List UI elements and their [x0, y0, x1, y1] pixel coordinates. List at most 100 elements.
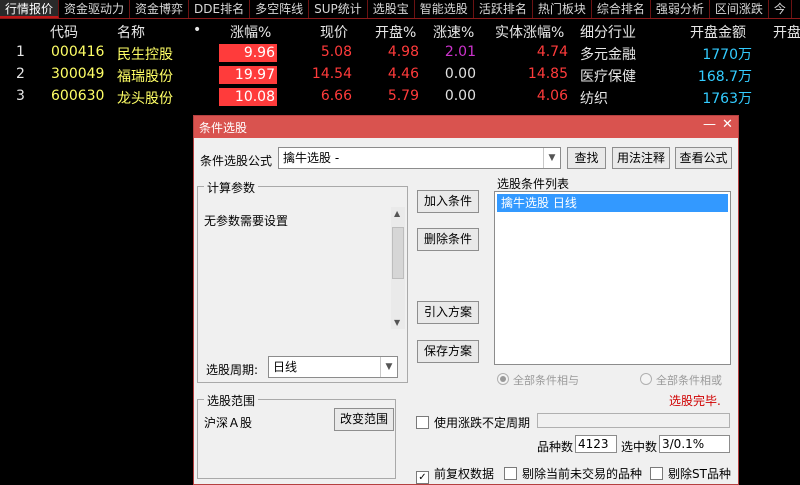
- dialog-title: 条件选股: [199, 121, 248, 135]
- radio-and[interactable]: 全部条件相与: [497, 372, 579, 388]
- scroll-thumb[interactable]: [392, 227, 404, 279]
- stock-code: 300049: [51, 66, 105, 82]
- dialog-title-bar[interactable]: 条件选股 — ✕: [194, 116, 738, 138]
- tab-strength[interactable]: 强弱分析: [651, 0, 710, 18]
- params-title: 计算参数: [204, 179, 259, 196]
- period-select[interactable]: 日线 ▼: [268, 356, 398, 378]
- col-open-more[interactable]: 开盘: [773, 22, 800, 42]
- formula-select[interactable]: 擒牛选股 - ▼: [278, 147, 561, 169]
- body-pct: 4.74: [536, 44, 568, 60]
- speed-pct: 0.00: [444, 66, 476, 82]
- exclude-st-box[interactable]: [650, 467, 663, 480]
- save-scheme-button[interactable]: 保存方案: [417, 340, 479, 363]
- tab-active-rank[interactable]: 活跃排名: [474, 0, 533, 18]
- status-text: 选股完毕.: [669, 394, 721, 408]
- view-formula-button[interactable]: 查看公式: [675, 147, 732, 169]
- quote-table-header: 代码 名称 • 涨幅% 现价 开盘% 涨速% 实体涨幅% 细分行业 开盘金额 开…: [0, 20, 800, 42]
- use-period-box[interactable]: [416, 416, 429, 429]
- condition-list-title: 选股条件列表: [497, 177, 570, 191]
- table-row[interactable]: 2 300049 福瑞股份 19.97 14.54 4.46 0.00 14.8…: [0, 64, 800, 86]
- minimize-icon[interactable]: —: [703, 117, 716, 132]
- exclude-st-label: 剔除ST品种: [668, 467, 731, 481]
- market-tab-bar: 行情报价 资金驱动力 资金博弈 DDE排名 多空阵线 SUP统计 选股宝 智能选…: [0, 0, 800, 19]
- industry: 医疗保健: [580, 69, 636, 85]
- radio-and-dot[interactable]: [497, 373, 509, 385]
- tab-sup-stats[interactable]: SUP统计: [309, 0, 368, 18]
- chevron-down-icon[interactable]: ▼: [380, 357, 397, 377]
- tab-today[interactable]: 今: [769, 0, 792, 18]
- stock-name: 民生控股: [117, 47, 173, 63]
- tab-fund-drive[interactable]: 资金驱动力: [59, 0, 131, 18]
- current-price: 14.54: [311, 66, 352, 82]
- add-condition-button[interactable]: 加入条件: [417, 190, 479, 213]
- condition-picker-dialog: 条件选股 — ✕ 条件选股公式 擒牛选股 - ▼ 查找 用法注释 查看公式 计算…: [193, 115, 739, 485]
- col-name[interactable]: 名称: [117, 22, 145, 42]
- col-pct[interactable]: 涨幅%: [230, 22, 271, 42]
- adjusted-data-checkbox[interactable]: ✓ 前复权数据: [416, 465, 494, 484]
- range-title: 选股范围: [204, 392, 259, 409]
- params-scrollbar[interactable]: ▲ ▼: [391, 207, 405, 329]
- tab-dde-rank[interactable]: DDE排名: [189, 0, 251, 18]
- col-open-pct[interactable]: 开盘%: [375, 22, 416, 42]
- col-industry[interactable]: 细分行业: [580, 22, 636, 42]
- col-speed[interactable]: 涨速%: [433, 22, 474, 42]
- open-amount: 168.7万: [697, 69, 752, 85]
- radio-or-dot[interactable]: [640, 373, 652, 385]
- radio-or-label: 全部条件相或: [656, 374, 722, 387]
- selected-label: 选中数: [621, 440, 658, 454]
- usage-note-button[interactable]: 用法注释: [612, 147, 670, 169]
- use-period-checkbox[interactable]: 使用涨跌不定周期: [416, 414, 530, 431]
- delete-condition-button[interactable]: 删除条件: [417, 228, 479, 251]
- exclude-untraded-label: 剔除当前未交易的品种: [522, 467, 643, 481]
- tab-long-short[interactable]: 多空阵线: [250, 0, 310, 18]
- tab-smart-picker[interactable]: 智能选股: [415, 0, 474, 18]
- scroll-up-icon[interactable]: ▲: [394, 209, 400, 218]
- period-value: 日线: [273, 360, 298, 374]
- stock-name: 龙头股份: [117, 91, 173, 107]
- stock-code: 600630: [51, 88, 105, 104]
- find-button[interactable]: 查找: [567, 147, 606, 169]
- pct-change: 19.97: [219, 66, 277, 84]
- col-body-pct[interactable]: 实体涨幅%: [495, 22, 564, 42]
- tab-market-quotes[interactable]: 行情报价: [0, 0, 60, 18]
- count-value: 4123: [575, 435, 617, 453]
- close-icon[interactable]: ✕: [722, 117, 733, 132]
- table-row[interactable]: 3 600630 龙头股份 10.08 6.66 5.79 0.00 4.06 …: [0, 86, 800, 108]
- range-group: 选股范围 沪深Ａ股 改变范围: [197, 392, 396, 479]
- body-pct: 4.06: [536, 88, 568, 104]
- tab-stock-picker[interactable]: 选股宝: [368, 0, 415, 18]
- speed-pct: 2.01: [444, 44, 476, 60]
- exclude-untraded-checkbox[interactable]: 剔除当前未交易的品种: [504, 465, 642, 482]
- tab-range-change[interactable]: 区间涨跌: [710, 0, 769, 18]
- list-item[interactable]: 擒牛选股 日线: [497, 194, 728, 212]
- col-code[interactable]: 代码: [50, 22, 78, 42]
- col-marker: •: [193, 22, 202, 38]
- change-range-button[interactable]: 改变范围: [334, 408, 394, 431]
- condition-list[interactable]: 擒牛选股 日线: [494, 191, 731, 365]
- col-price[interactable]: 现价: [320, 22, 348, 42]
- count-label: 品种数: [537, 440, 574, 454]
- tab-overall-rank[interactable]: 综合排名: [592, 0, 651, 18]
- chevron-down-icon[interactable]: ▼: [543, 148, 560, 168]
- current-price: 5.08: [320, 44, 352, 60]
- tab-hot-sectors[interactable]: 热门板块: [533, 0, 592, 18]
- tab-fund-game[interactable]: 资金博弈: [130, 0, 190, 18]
- row-index: 1: [16, 44, 25, 60]
- exclude-st-checkbox[interactable]: 剔除ST品种: [650, 465, 731, 482]
- table-row[interactable]: 1 000416 民生控股 9.96 5.08 4.98 2.01 4.74 多…: [0, 42, 800, 64]
- open-pct: 4.46: [387, 66, 419, 82]
- import-scheme-button[interactable]: 引入方案: [417, 301, 479, 324]
- open-pct: 5.79: [387, 88, 419, 104]
- radio-and-label: 全部条件相与: [513, 374, 579, 387]
- exclude-untraded-box[interactable]: [504, 467, 517, 480]
- adjusted-data-box[interactable]: ✓: [416, 471, 429, 484]
- col-open-amount[interactable]: 开盘金额: [690, 22, 746, 42]
- body-pct: 14.85: [527, 66, 568, 82]
- open-pct: 4.98: [387, 44, 419, 60]
- period-range-field[interactable]: [537, 413, 730, 428]
- range-value: 沪深Ａ股: [204, 416, 253, 430]
- radio-or[interactable]: 全部条件相或: [640, 372, 722, 388]
- use-period-label: 使用涨跌不定周期: [434, 416, 531, 430]
- adjusted-data-label: 前复权数据: [434, 467, 495, 481]
- scroll-down-icon[interactable]: ▼: [394, 318, 400, 327]
